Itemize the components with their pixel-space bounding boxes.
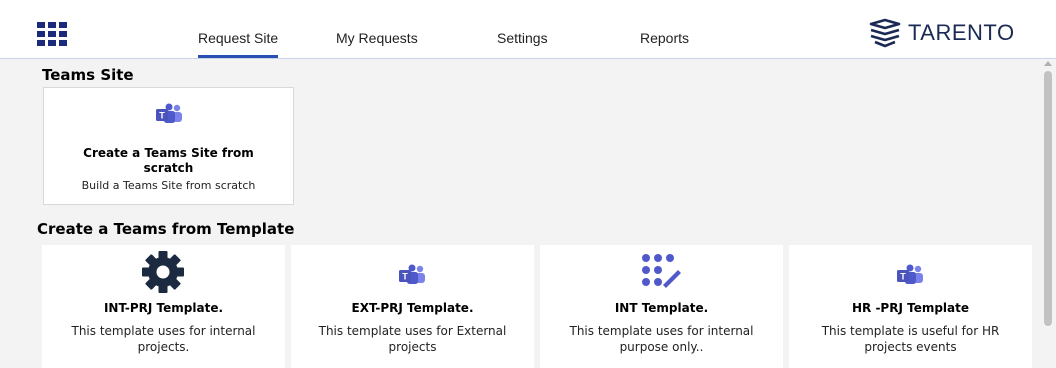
teams-icon: T — [897, 264, 923, 284]
tab-settings[interactable]: Settings — [497, 30, 548, 58]
vertical-scrollbar[interactable] — [1040, 59, 1056, 368]
tab-reports[interactable]: Reports — [640, 30, 689, 58]
template-title: INT-PRJ Template. — [103, 301, 224, 315]
scrollbar-thumb[interactable] — [1044, 71, 1052, 326]
template-card-int[interactable]: INT Template. This template uses for int… — [540, 245, 783, 368]
top-bar: Request Site My Requests Settings Report… — [0, 0, 1056, 59]
tab-request-site[interactable]: Request Site — [198, 30, 279, 58]
teams-icon: T — [156, 103, 182, 123]
template-card-ext-prj[interactable]: T EXT-PRJ Template. This template uses f… — [291, 245, 534, 368]
template-description: This template uses for internal projects… — [71, 324, 256, 354]
main-content: Teams Site T Create a Teams Site from sc… — [0, 59, 1040, 368]
template-title: EXT-PRJ Template. — [351, 301, 474, 315]
scroll-up-arrow-icon[interactable] — [1044, 61, 1052, 66]
teams-icon: T — [399, 264, 425, 284]
dots-wand-icon — [642, 254, 681, 288]
template-title: INT Template. — [614, 301, 709, 315]
template-description: This template uses for External projects — [318, 324, 507, 354]
template-description: This template uses for internal purpose … — [569, 324, 754, 354]
template-description: This template is useful for HR projects … — [821, 324, 1000, 354]
create-teams-site-description: Build a Teams Site from scratch — [81, 179, 256, 192]
templates-heading: Create a Teams from Template — [37, 220, 295, 238]
app-launcher-icon[interactable] — [37, 22, 67, 46]
template-title: HR -PRJ Template — [851, 301, 970, 315]
teams-site-heading: Teams Site — [42, 66, 134, 84]
tarento-logo: TARENTO — [868, 18, 1015, 48]
template-card-hr-prj[interactable]: T HR -PRJ Template This template is usef… — [789, 245, 1032, 368]
gear-icon — [142, 251, 184, 293]
svg-text:T: T — [159, 111, 165, 121]
tab-my-requests[interactable]: My Requests — [336, 30, 418, 58]
create-teams-site-title: Create a Teams Site from scratch — [83, 146, 254, 175]
template-card-int-prj[interactable]: INT-PRJ Template. This template uses for… — [42, 245, 285, 368]
svg-text:T: T — [900, 272, 906, 282]
logo-text: TARENTO — [908, 20, 1015, 45]
tarento-logo-mark-icon — [869, 18, 901, 48]
create-teams-site-card[interactable]: T Create a Teams Site from scratch Build… — [43, 87, 294, 205]
svg-text:T: T — [402, 272, 408, 282]
